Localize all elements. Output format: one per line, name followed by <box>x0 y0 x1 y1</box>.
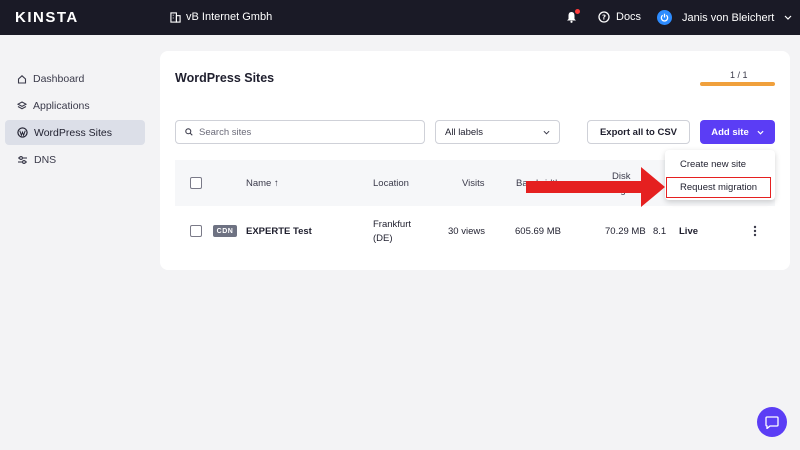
company-name: vB Internet Gmbh <box>186 11 273 23</box>
site-location-city: Frankfurt <box>373 219 412 230</box>
annotation-highlight-box <box>666 177 771 198</box>
sidebar-item-applications[interactable]: Applications <box>5 93 145 118</box>
company-switcher[interactable]: vB Internet Gmbh <box>170 11 272 23</box>
search-input[interactable] <box>199 126 399 138</box>
help-circle-icon: ? <box>598 11 610 23</box>
annotation-arrow <box>526 167 665 207</box>
more-vertical-icon[interactable] <box>753 225 757 237</box>
layers-icon <box>17 100 27 109</box>
export-csv-button[interactable]: Export all to CSV <box>587 120 690 144</box>
building-icon <box>170 11 181 23</box>
cdn-badge: CDN <box>213 225 237 237</box>
site-location-region: (DE) <box>373 233 393 244</box>
notification-dot <box>575 9 580 14</box>
docs-link[interactable]: ? Docs <box>598 11 641 23</box>
add-site-button[interactable]: Add site <box>700 120 775 144</box>
chevron-down-icon <box>784 15 792 20</box>
top-bar: KINSTA vB Internet Gmbh ? Docs Janis von… <box>0 0 800 35</box>
chat-button[interactable] <box>757 407 787 437</box>
site-php-version: 8.1 <box>653 226 667 237</box>
chevron-down-icon <box>543 130 550 135</box>
site-name-link[interactable]: EXPERTE Test <box>246 226 312 237</box>
chevron-down-icon <box>757 130 764 135</box>
svg-text:?: ? <box>602 14 606 22</box>
sidebar-item-dns[interactable]: DNS <box>5 147 145 172</box>
pager-progress-bar <box>700 82 775 86</box>
user-name: Janis von Bleichert <box>682 11 775 24</box>
menu-item-create-new-site[interactable]: Create new site <box>680 159 746 170</box>
site-bandwidth: 605.69 MB <box>515 226 561 237</box>
avatar <box>657 10 672 25</box>
column-visits[interactable]: Visits <box>462 178 485 189</box>
sidebar-item-dashboard[interactable]: Dashboard <box>5 66 145 91</box>
labels-select-value: All labels <box>445 126 484 138</box>
chat-icon <box>765 415 779 429</box>
kinsta-logo[interactable]: KINSTA <box>15 9 79 26</box>
site-disk-usage: 70.29 MB <box>605 226 646 237</box>
site-status: Live <box>679 226 699 237</box>
search-field[interactable] <box>175 120 425 144</box>
row-checkbox[interactable] <box>190 225 202 237</box>
select-all-checkbox[interactable] <box>190 177 202 189</box>
labels-select[interactable]: All labels <box>435 120 560 144</box>
docs-label: Docs <box>616 11 642 23</box>
page-title: WordPress Sites <box>175 71 275 85</box>
sidebar-item-wordpress-sites[interactable]: WordPress Sites <box>5 120 145 145</box>
home-icon <box>17 74 27 84</box>
sidebar: Dashboard Applications WordPress Sites D… <box>5 66 145 174</box>
pager-count: 1 / 1 <box>730 70 748 80</box>
sidebar-item-label: WordPress Sites <box>34 126 112 139</box>
add-site-label: Add site <box>711 126 749 138</box>
column-name[interactable]: Name ↑ <box>246 178 279 189</box>
site-visits: 30 views <box>448 226 485 237</box>
sidebar-item-label: DNS <box>34 153 57 166</box>
column-location[interactable]: Location <box>373 178 409 189</box>
power-icon <box>660 13 669 22</box>
sliders-icon <box>18 155 27 164</box>
wordpress-icon <box>17 127 28 138</box>
sidebar-item-label: Applications <box>33 99 90 112</box>
user-menu[interactable]: Janis von Bleichert <box>657 10 792 25</box>
sidebar-item-label: Dashboard <box>33 72 85 85</box>
search-icon <box>185 128 193 136</box>
